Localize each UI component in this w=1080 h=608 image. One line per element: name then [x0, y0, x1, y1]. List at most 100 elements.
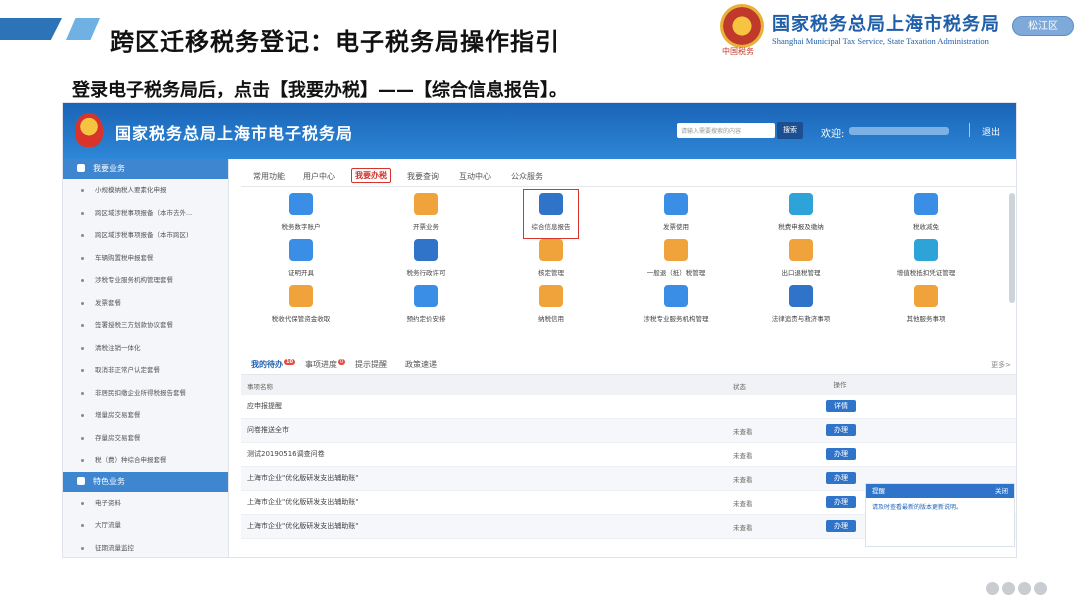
page-dot[interactable] [1018, 582, 1031, 595]
function-item[interactable]: 开票业务 [366, 193, 486, 231]
function-item[interactable]: 预约定价安排 [366, 285, 486, 323]
row-action-button[interactable]: 办理 [826, 448, 856, 460]
highlight-box [523, 189, 579, 239]
function-item[interactable]: 税费申报及缴纳 [741, 193, 861, 231]
logout-link[interactable]: 退出 [982, 125, 1000, 138]
sidebar-item[interactable]: 跨区域涉税事项报备（本市跨区) [63, 224, 228, 247]
search-button[interactable]: 搜索 [777, 122, 803, 139]
task-tab[interactable]: 事项进度 0 [305, 359, 346, 370]
agency-name-en: Shanghai Municipal Tax Service, State Ta… [772, 36, 989, 46]
row-status: 未查看 [733, 428, 753, 436]
sidebar-item[interactable]: 增量房交易套餐 [63, 404, 228, 427]
tab-0[interactable]: 常用功能 [253, 171, 285, 182]
function-icon [789, 285, 813, 307]
sidebar-item[interactable]: 电子资料 [63, 492, 228, 515]
row-action-button[interactable]: 办理 [826, 496, 856, 508]
function-item[interactable]: 纳税信用 [491, 285, 611, 323]
row-status: 未查看 [733, 452, 753, 460]
function-item[interactable]: 税收减免 [866, 193, 986, 231]
function-icon [664, 239, 688, 261]
sidebar-section-featured[interactable]: 特色业务 [63, 471, 228, 492]
tab-4[interactable]: 互动中心 [459, 171, 491, 182]
tab-2[interactable]: 我要办税 [351, 168, 391, 183]
sidebar-section-my-business[interactable]: 我要业务 [63, 159, 228, 179]
sidebar-item[interactable]: 税（费）种综合申报套餐 [63, 449, 228, 472]
task-tab[interactable]: 我的待办 10 [251, 359, 295, 370]
table-row: 问卷推送全市 未查看 办理 [241, 419, 1016, 443]
tab-1[interactable]: 用户中心 [303, 171, 335, 182]
function-item[interactable]: 其他服务事项 [866, 285, 986, 323]
function-label: 税收减免 [913, 223, 939, 231]
function-item[interactable]: 核定管理 [491, 239, 611, 277]
page-dot[interactable] [1034, 582, 1047, 595]
function-item[interactable]: 税收代保管资金收取 [241, 285, 361, 323]
sidebar-item[interactable]: 存量房交易套餐 [63, 427, 228, 450]
function-label: 出口退税管理 [781, 269, 821, 277]
table-row: 测试20190516调查问卷 未查看 办理 [241, 443, 1016, 467]
main-tabs: 常用功能 用户中心 我要办税 我要查询 互动中心 公众服务 [241, 165, 1016, 187]
district-badge: 松江区 [1012, 16, 1074, 36]
function-icon [539, 285, 563, 307]
sidebar-item[interactable]: 签署授税三方划款协议套餐 [63, 314, 228, 337]
sidebar-item[interactable]: 小规模纳税人要素化申报 [63, 179, 228, 202]
function-item[interactable]: 税务数字账户 [241, 193, 361, 231]
function-item[interactable]: 法律追责与救济事项 [741, 285, 861, 323]
function-label: 其他服务事项 [906, 315, 946, 323]
more-link[interactable]: 更多> [991, 360, 1011, 370]
task-tab[interactable]: 提示提醒 [355, 359, 387, 370]
function-icon [414, 193, 438, 215]
count-badge: 10 [284, 359, 295, 365]
agency-name-cn: 国家税务总局上海市税务局 [772, 14, 1000, 35]
row-action-button[interactable]: 办理 [826, 472, 856, 484]
task-tab[interactable]: 政策速递 [405, 359, 437, 370]
function-icon [789, 239, 813, 261]
notice-close-button[interactable]: 关闭 [995, 484, 1008, 498]
function-item[interactable]: 涉税专业服务机构管理 [616, 285, 736, 323]
function-icon [414, 239, 438, 261]
sidebar-item[interactable]: 发票套餐 [63, 292, 228, 315]
function-item[interactable]: 出口退税管理 [741, 239, 861, 277]
tab-5[interactable]: 公众服务 [511, 171, 543, 182]
sidebar-item[interactable]: 清税注销一体化 [63, 337, 228, 360]
slide: 跨区迁移税务登记：电子税务局操作指引 中国税务 国家税务总局上海市税务局 Sha… [0, 0, 1080, 608]
function-icon [539, 239, 563, 261]
task-tab-label: 提示提醒 [355, 360, 387, 369]
row-name: 测试20190516调查问卷 [247, 450, 325, 458]
search-input[interactable]: 请输入需要搜索的内容 [677, 123, 775, 138]
site-logo-icon [75, 113, 103, 147]
function-item[interactable]: 税务行政许可 [366, 239, 486, 277]
tab-3[interactable]: 我要查询 [407, 171, 439, 182]
page-dot[interactable] [1002, 582, 1015, 595]
row-action-button[interactable]: 办理 [826, 424, 856, 436]
decor-bar [0, 18, 62, 40]
function-label: 税务行政许可 [406, 269, 446, 277]
function-icon [914, 239, 938, 261]
function-item[interactable]: 证明开具 [241, 239, 361, 277]
table-row: 应申报提醒 详情 [241, 395, 1016, 419]
function-item[interactable]: 发票使用 [616, 193, 736, 231]
sidebar-item[interactable]: 大厅流量 [63, 514, 228, 537]
sidebar-item[interactable]: 取消非正常户认定套餐 [63, 359, 228, 382]
sidebar-item[interactable]: 跨区域涉税事项报备（本市去外... [63, 202, 228, 225]
sidebar-item[interactable]: 非居民扣缴企业所得税报告套餐 [63, 382, 228, 405]
sidebar-item[interactable]: 车辆购置税申报套餐 [63, 247, 228, 270]
sidebar: 我要业务 小规模纳税人要素化申报 跨区域涉税事项报备（本市去外... 跨区域涉税事项… [63, 159, 229, 558]
shield-icon [77, 164, 85, 172]
notice-popup: 提醒 关闭 请及时查看最新的版本更新说明。 [865, 483, 1015, 547]
header-action: 操作 [833, 381, 847, 389]
function-icon [914, 285, 938, 307]
sidebar-item[interactable]: 征期流量监控 [63, 537, 228, 558]
emblem-caption: 中国税务 [722, 47, 754, 56]
function-label: 税务数字账户 [281, 223, 321, 231]
function-label: 涉税专业服务机构管理 [643, 315, 709, 323]
notice-header: 提醒 关闭 [866, 484, 1014, 498]
page-dot[interactable] [986, 582, 999, 595]
notice-body[interactable]: 请及时查看最新的版本更新说明。 [866, 498, 1014, 515]
function-item[interactable]: 一般退（抵）税管理 [616, 239, 736, 277]
sidebar-item[interactable]: 涉税专业服务机构管理套餐 [63, 269, 228, 292]
row-action-button[interactable]: 详情 [826, 400, 856, 412]
row-action-button[interactable]: 办理 [826, 520, 856, 532]
scrollbar[interactable] [1009, 193, 1015, 303]
function-item[interactable]: 增值税抵扣凭证管理 [866, 239, 986, 277]
grid-icon [77, 476, 85, 485]
